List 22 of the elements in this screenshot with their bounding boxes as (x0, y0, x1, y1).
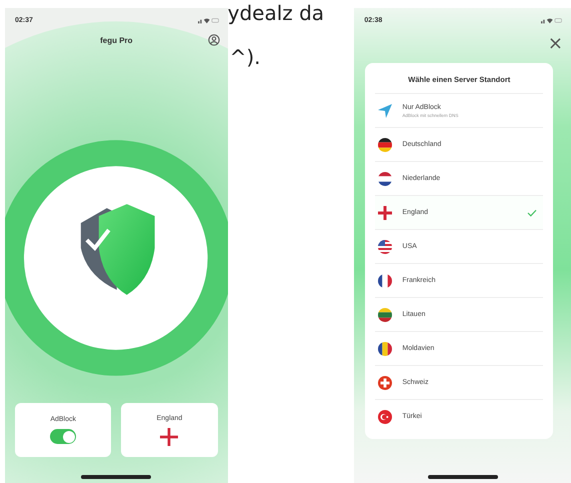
england-flag-icon (377, 204, 394, 220)
moldova-flag-icon (377, 340, 394, 356)
france-flag-icon (377, 272, 394, 288)
home-indicator (81, 475, 152, 479)
close-button[interactable]: × (546, 31, 566, 57)
adblock-toggle[interactable] (50, 429, 76, 444)
status-icons (198, 16, 220, 24)
background-text: ^). (230, 45, 262, 69)
profile-icon[interactable] (208, 34, 220, 46)
navigation-arrow-icon (377, 102, 394, 118)
usa-flag-icon (377, 238, 394, 254)
background-text: ydealz da (228, 1, 326, 25)
england-flag-icon (160, 428, 178, 446)
lithuania-flag-icon (377, 306, 394, 322)
checkmark-icon (527, 208, 538, 216)
status-icons (541, 16, 564, 24)
app-title: fegu Pro (100, 36, 133, 44)
netherlands-flag-icon (377, 170, 394, 186)
switzerland-flag-icon (377, 374, 394, 390)
turkey-flag-icon (377, 408, 394, 424)
home-indicator (428, 475, 498, 479)
germany-flag-icon (377, 136, 394, 152)
